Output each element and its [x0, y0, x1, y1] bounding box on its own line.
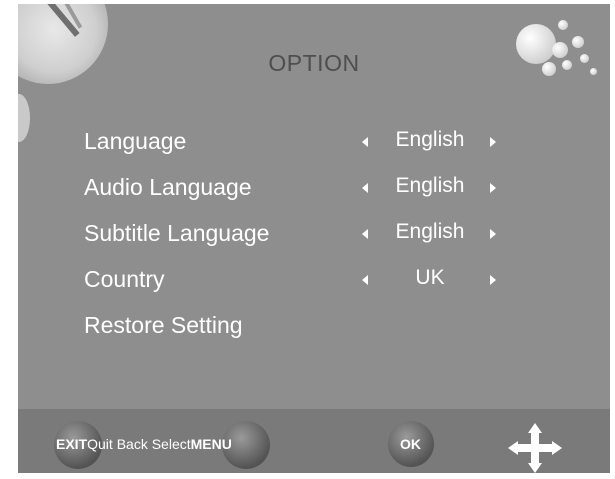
menu-item-value: English [395, 128, 465, 151]
arrow-left-icon[interactable] [362, 137, 368, 147]
arrow-right-icon[interactable] [490, 275, 496, 285]
menu-item-subtitle-language[interactable]: Subtitle Language English [84, 214, 584, 260]
menu-title: OPTION [268, 50, 360, 76]
menu-item-label: Country [84, 266, 165, 292]
country-selector[interactable]: UK [362, 266, 502, 296]
hint-text: Quit Back Select [87, 436, 191, 452]
footer-hint-bar: EXITQuit Back SelectMENU OK [18, 409, 610, 473]
arrow-right-icon[interactable] [490, 183, 496, 193]
menu-item-audio-language[interactable]: Audio Language English [84, 168, 584, 214]
menu-item-label: Language [84, 128, 187, 154]
menu-item-language[interactable]: Language English [84, 122, 584, 168]
menu-item-value: English [395, 220, 465, 243]
menu-item-restore-setting[interactable]: Restore Setting [84, 306, 584, 352]
menu-item-label: Subtitle Language [84, 220, 270, 246]
arrow-left-icon[interactable] [362, 275, 368, 285]
menu-item-value: UK [415, 266, 445, 289]
menu-label: MENU [190, 436, 232, 452]
menu-item-country[interactable]: Country UK [84, 260, 584, 306]
dpad-arrows-icon [508, 423, 562, 473]
menu-item-label: Restore Setting [84, 312, 243, 338]
ok-label: OK [400, 436, 421, 452]
subtitle-language-selector[interactable]: English [362, 220, 502, 250]
audio-language-selector[interactable]: English [362, 174, 502, 204]
menu-item-value: English [395, 174, 465, 197]
option-menu-screen: OPTION Language English Audio Language E… [18, 4, 610, 473]
option-list: Language English Audio Language English … [84, 122, 584, 352]
arrow-left-icon[interactable] [362, 229, 368, 239]
arrow-right-icon[interactable] [490, 137, 496, 147]
footer-hint: EXITQuit Back SelectMENU [56, 436, 232, 452]
decorative-side-tab [18, 94, 30, 142]
menu-item-label: Audio Language [84, 174, 252, 200]
exit-label: EXIT [56, 436, 88, 452]
arrow-right-icon[interactable] [490, 229, 496, 239]
language-selector[interactable]: English [362, 128, 502, 158]
arrow-left-icon[interactable] [362, 183, 368, 193]
